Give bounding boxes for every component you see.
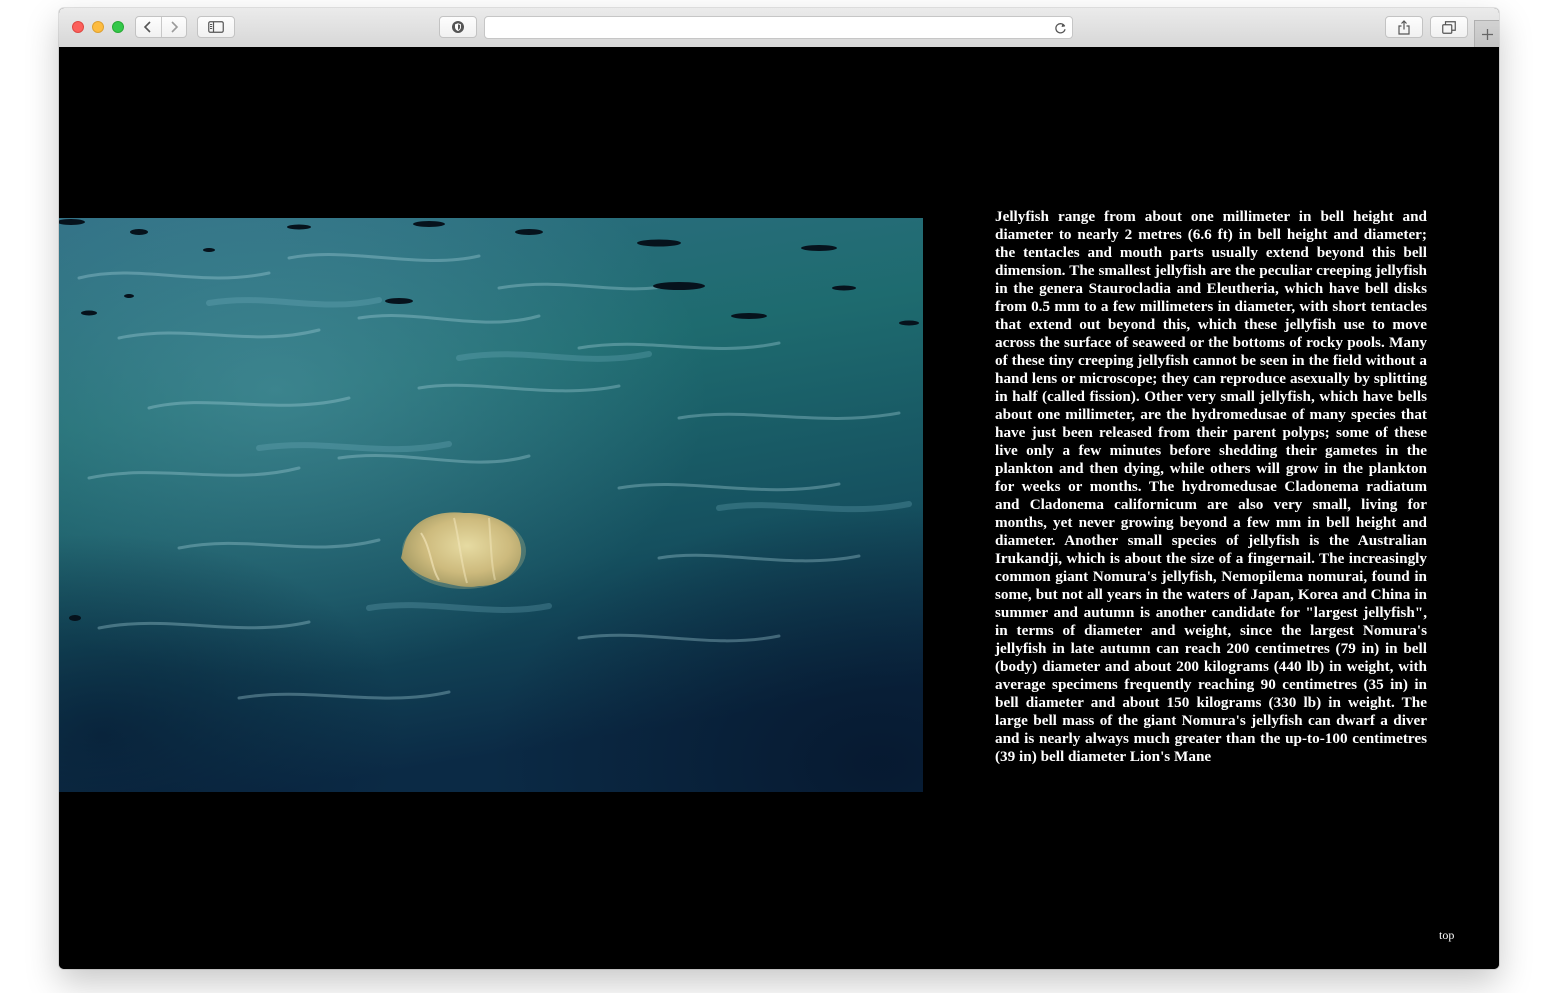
tab-overview-button[interactable] <box>1430 16 1468 38</box>
jellyfish <box>401 512 526 589</box>
chevron-right-icon <box>171 21 178 33</box>
address-bar[interactable] <box>484 16 1073 39</box>
article-text: Jellyfish range from about one millimete… <box>995 208 1427 765</box>
back-to-top-link[interactable]: top <box>1439 928 1454 943</box>
browser-window: Jellyfish range from about one millimete… <box>59 8 1499 969</box>
browser-toolbar <box>59 8 1499 48</box>
share-icon <box>1398 19 1410 35</box>
navigation-buttons <box>135 16 187 38</box>
url-input[interactable] <box>491 19 1045 38</box>
new-tab-button[interactable] <box>1474 20 1499 47</box>
chevron-left-icon <box>144 21 151 33</box>
zoom-window-button[interactable] <box>112 21 124 33</box>
sidebar-icon <box>208 21 224 33</box>
back-button[interactable] <box>136 17 162 37</box>
sidebar-toggle-button[interactable] <box>197 16 235 38</box>
privacy-button[interactable] <box>439 16 477 38</box>
shield-icon <box>452 21 464 33</box>
share-button[interactable] <box>1385 16 1423 38</box>
close-window-button[interactable] <box>72 21 84 33</box>
page-content: Jellyfish range from about one millimete… <box>59 47 1499 969</box>
tabs-overview-icon <box>1442 20 1456 34</box>
minimize-window-button[interactable] <box>92 21 104 33</box>
reload-button[interactable] <box>1052 20 1068 36</box>
plus-icon <box>1481 28 1493 40</box>
jellyfish-photo <box>59 218 923 792</box>
reload-icon <box>1054 22 1066 33</box>
forward-button[interactable] <box>162 17 187 37</box>
